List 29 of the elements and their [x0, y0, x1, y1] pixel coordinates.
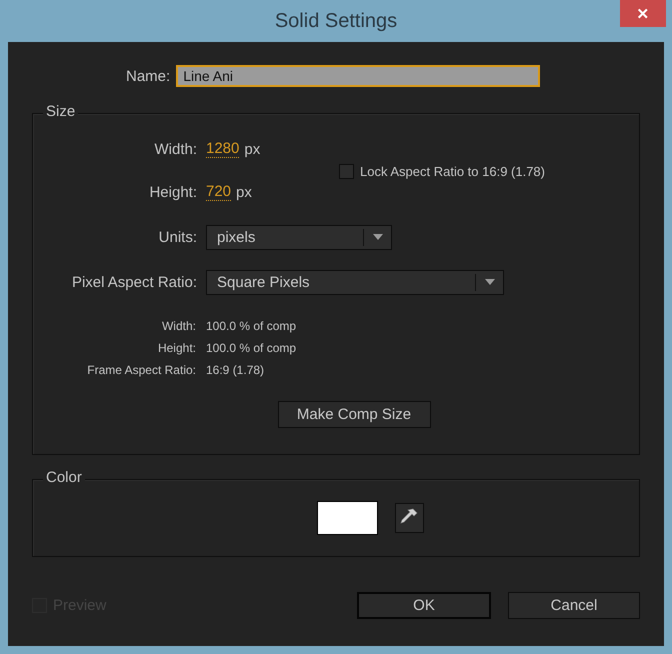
lock-checkbox[interactable]	[339, 164, 354, 178]
units-dropdown[interactable]: pixels	[206, 224, 392, 250]
make-comp-size-button[interactable]: Make Comp Size	[278, 401, 430, 428]
window-title: Solid Settings	[274, 10, 398, 32]
unit-label: px	[236, 184, 252, 200]
pixel-aspect-dropdown[interactable]: Square Pixels	[206, 270, 504, 294]
cancel-button[interactable]: Cancel	[508, 592, 640, 619]
name-field[interactable]: Line Ani	[176, 65, 540, 87]
info-value: 16:9 (1.78)	[206, 363, 264, 377]
unit-label: px	[244, 140, 260, 158]
dimension-value[interactable]: 720	[206, 183, 232, 201]
info-label: Width:	[160, 319, 197, 333]
ok-button[interactable]: OK	[357, 592, 491, 619]
info-value: 100.0 % of comp	[206, 341, 296, 355]
caret-icon	[484, 278, 496, 286]
name-label: Name:	[126, 68, 170, 84]
units-label: Units:	[158, 228, 197, 246]
dimension-label: Width:	[154, 140, 197, 158]
info-label: Height:	[156, 341, 197, 355]
info-value: 100.0 % of comp	[206, 319, 296, 333]
dimension-label: Height:	[149, 184, 197, 200]
close-button[interactable]: ✕	[620, 0, 666, 27]
color-swatch[interactable]	[316, 501, 378, 535]
eyedropper-button[interactable]	[394, 503, 424, 533]
dimension-value[interactable]: 1280	[206, 140, 240, 158]
lock-label: Lock Aspect Ratio to 16:9 (1.78)	[360, 164, 545, 178]
pixel-aspect-label: Pixel Aspect Ratio:	[72, 274, 197, 290]
info-label: Frame Aspect Ratio:	[86, 363, 197, 377]
caret-icon	[372, 233, 384, 241]
